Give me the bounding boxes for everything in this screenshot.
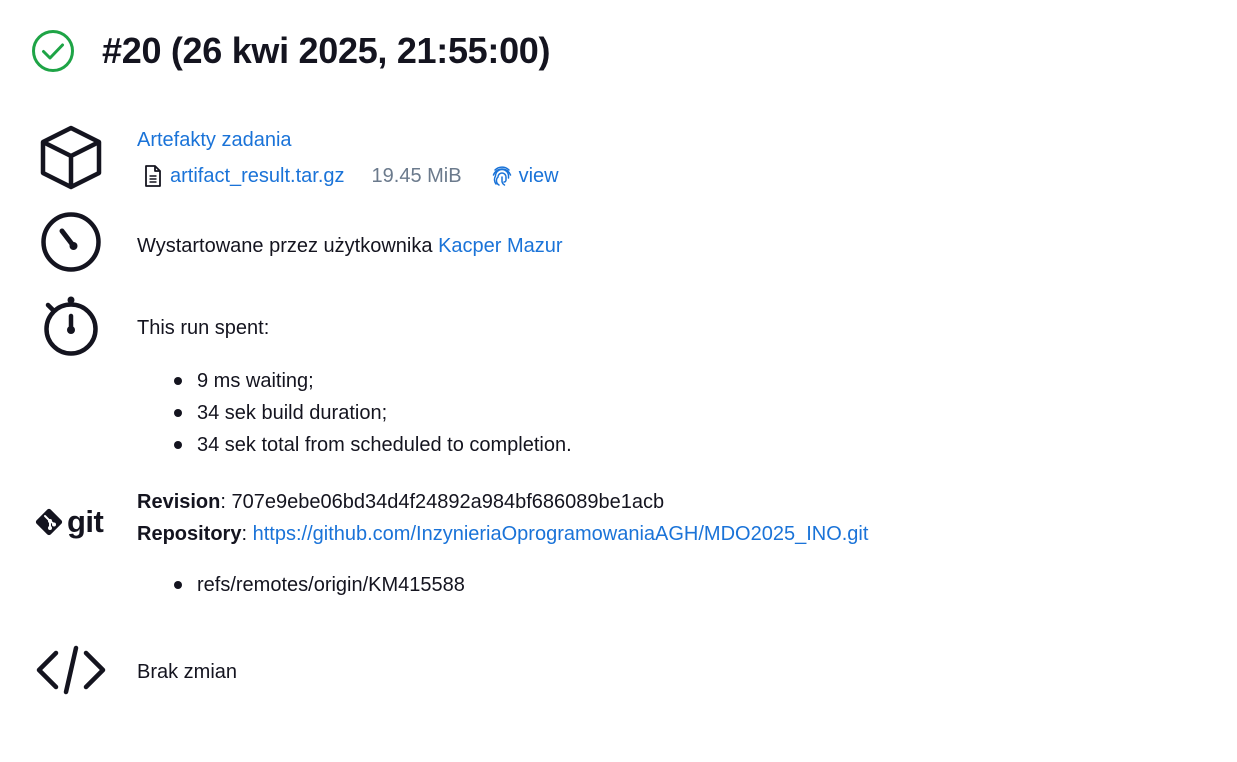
- build-page: #20 (26 kwi 2025, 21:55:00) Artefakty za…: [0, 0, 1237, 762]
- changes-text: Brak zmian: [137, 661, 238, 683]
- artifact-view-link[interactable]: view: [519, 160, 559, 192]
- artifact-file-link[interactable]: artifact_result.tar.gz: [170, 160, 345, 192]
- repository-line: Repository: https://github.com/Inzynieri…: [137, 523, 869, 545]
- stopwatch-icon: [44, 296, 98, 356]
- revision-label: Revision: [137, 491, 221, 513]
- artifact-item: artifact_result.tar.gz 19.45 MiB view: [137, 158, 559, 194]
- run-timing-heading: This run spent:: [137, 317, 270, 339]
- list-item: 34 sek total from scheduled to completio…: [137, 429, 572, 461]
- artifact-file-size: 19.45 MiB: [371, 165, 462, 187]
- git-logo-icon: git: [34, 504, 104, 539]
- revision-hash: 707e9ebe06bd34d4f24892a984bf686089be1acb: [231, 491, 665, 513]
- git-logo-text: git: [67, 504, 104, 539]
- started-by-text: Wystartowane przez użytkownika Kacper Ma…: [137, 230, 563, 262]
- artifacts-link[interactable]: Artefakty zadania: [137, 129, 292, 151]
- git-diamond-icon: [35, 508, 63, 536]
- changes-section: Brak zmian: [0, 640, 1237, 700]
- package-cube-icon: [40, 125, 102, 190]
- started-by-label: Wystartowane przez użytkownika: [137, 235, 433, 257]
- list-item: 9 ms waiting;: [137, 365, 572, 397]
- run-timing-section: This run spent: 9 ms waiting; 34 sek bui…: [0, 296, 1237, 466]
- list-item: refs/remotes/origin/KM415588: [137, 569, 868, 601]
- revision-line: Revision: 707e9ebe06bd34d4f24892a984bf68…: [137, 491, 665, 513]
- timer-dial-icon: [41, 212, 101, 272]
- started-by-section: Wystartowane przez użytkownika Kacper Ma…: [0, 210, 1237, 276]
- repository-label: Repository: [137, 523, 242, 545]
- fingerprint-icon[interactable]: [490, 164, 514, 188]
- run-timing-list: 9 ms waiting; 34 sek build duration; 34 …: [137, 365, 572, 461]
- code-brackets-icon: [36, 645, 106, 695]
- artifacts-section: Artefakty zadania artifact_result.tar.gz…: [0, 120, 1237, 200]
- git-section: git Revision: 707e9ebe06bd34d4f24892a984…: [0, 486, 1237, 606]
- repository-link[interactable]: https://github.com/InzynieriaOprogramowa…: [253, 523, 869, 545]
- page-title: #20 (26 kwi 2025, 21:55:00): [102, 30, 551, 71]
- user-link[interactable]: Kacper Mazur: [438, 235, 563, 257]
- list-item: 34 sek build duration;: [137, 397, 572, 429]
- branch-list: refs/remotes/origin/KM415588: [137, 569, 868, 601]
- success-check-circle-icon: [32, 30, 74, 72]
- document-icon: [145, 165, 161, 187]
- build-header: #20 (26 kwi 2025, 21:55:00): [31, 26, 551, 76]
